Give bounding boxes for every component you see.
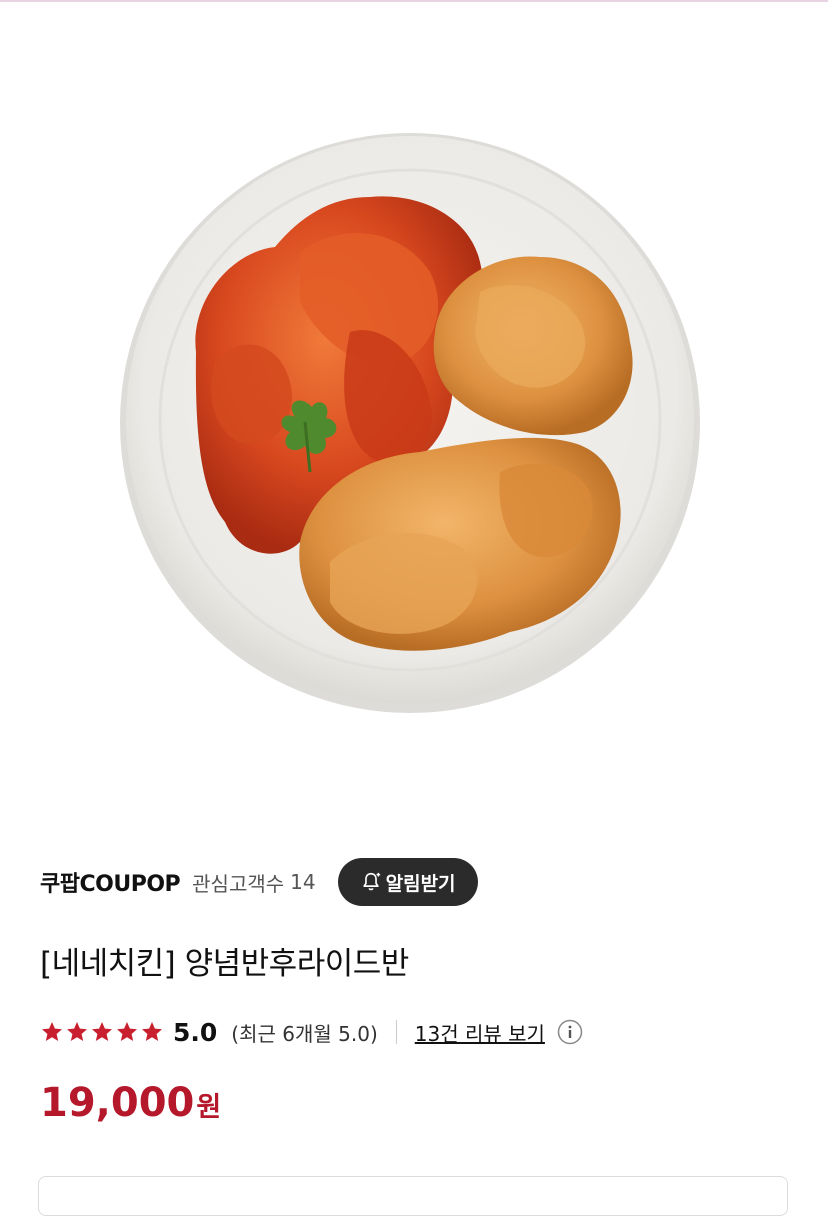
star-rating [40,1020,165,1044]
fans-count: 14 [290,870,316,894]
product-image[interactable] [0,2,828,822]
chicken-plate-photo [120,133,700,713]
info-icon[interactable] [557,1019,583,1045]
rating-value: 5.0 [173,1017,218,1047]
alert-subscribe-button[interactable]: 알림받기 [337,858,478,906]
price-amount: 19,000 [40,1080,195,1126]
product-title: [네네치킨] 양념반후라이드반 [40,946,409,982]
review-link[interactable]: 13건 리뷰 보기 [415,1018,545,1047]
price-unit: 원 [196,1092,222,1123]
alert-button-label: 알림받기 [385,872,456,895]
option-box[interactable] [38,1176,788,1216]
rating-divider [395,1020,397,1044]
recent-rating: (최근 6개월 5.0) [231,1021,378,1046]
rating-row: 5.0 (최근 6개월 5.0) 13건 리뷰 보기 [40,1012,583,1052]
star-icon [142,1022,162,1041]
star-icon [42,1022,62,1041]
fans-label: 관심고객수 [192,871,285,896]
bell-plus-icon [362,872,380,891]
star-icon [92,1022,112,1041]
price: 19,000 원 [40,1080,221,1126]
seller-name[interactable]: 쿠팝COUPOP [40,866,181,898]
seller-row: 쿠팝COUPOP 관심고객수 14 알림받기 [40,856,478,908]
star-icon [117,1022,137,1041]
star-icon [67,1022,87,1041]
